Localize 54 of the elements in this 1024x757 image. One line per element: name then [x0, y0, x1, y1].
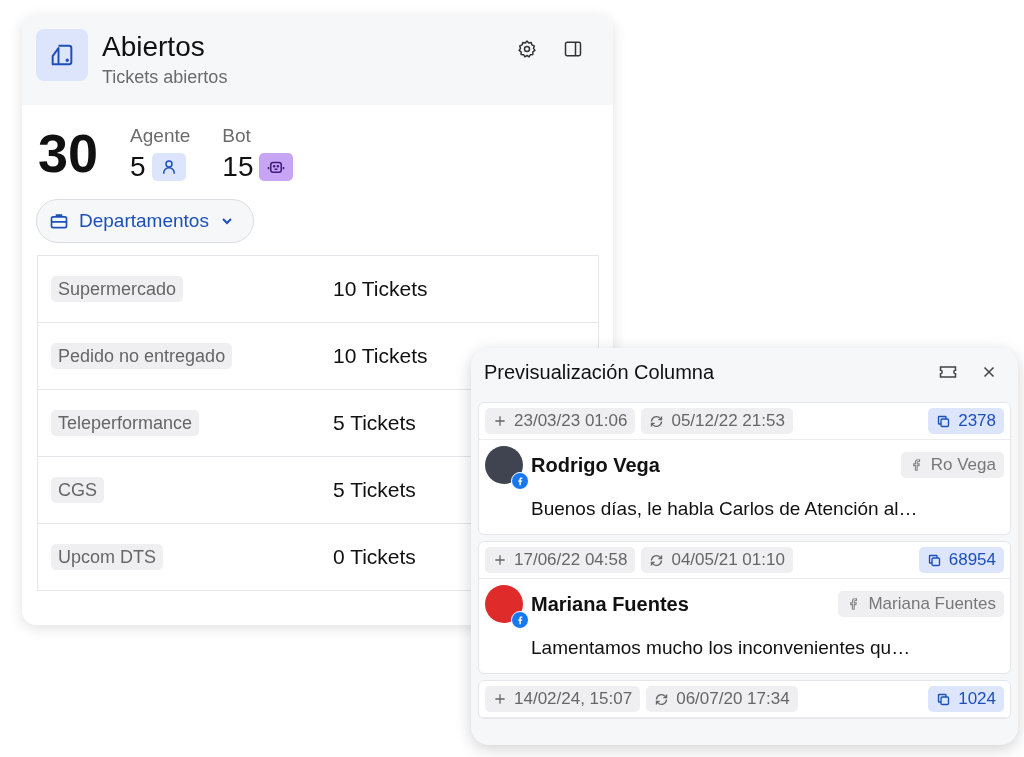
- ticket-count: 10 Tickets: [333, 277, 428, 301]
- refresh-icon: [654, 691, 670, 707]
- department-tag: CGS: [51, 476, 104, 503]
- message-preview: Lamentamos mucho los inconvenientes qu…: [531, 637, 912, 659]
- facebook-badge-icon: [511, 611, 529, 629]
- person-icon: [151, 153, 186, 181]
- refresh-icon: [649, 552, 665, 568]
- channel-handle: Mariana Fuentes: [838, 591, 1004, 617]
- total-count: 30: [38, 125, 99, 181]
- preview-title: Previsualización Columna: [484, 360, 716, 384]
- sidebar-panel-icon[interactable]: [563, 39, 583, 59]
- ticket-id: 68954: [918, 547, 1004, 573]
- tablet-icon: [36, 29, 88, 81]
- department-tag: Upcom DTS: [51, 543, 163, 570]
- card-subtitle: Tickets abiertos: [102, 67, 229, 88]
- card-title: Abiertos: [102, 30, 206, 64]
- contact-name: Rodrigo Vega: [531, 453, 661, 477]
- ticket-count: 10 Tickets: [333, 344, 428, 368]
- department-tag: Pedido no entregado: [51, 342, 233, 369]
- plus-icon: [493, 553, 507, 567]
- created-date: 14/02/24, 15:07: [485, 686, 641, 712]
- copy-icon: [936, 413, 952, 429]
- facebook-badge-icon: [511, 472, 529, 490]
- ticket-id: 2378: [928, 408, 1004, 434]
- updated-date: 05/12/22 21:53: [641, 408, 793, 434]
- briefcase-icon: [49, 211, 69, 231]
- plus-icon: [493, 692, 507, 706]
- ticket-count: 5 Tickets: [333, 411, 416, 435]
- created-date: 23/03/23 01:06: [485, 408, 636, 434]
- plus-icon: [493, 414, 507, 428]
- settings-icon[interactable]: [517, 39, 537, 59]
- ticket-id: 1024: [928, 686, 1004, 712]
- stat-label: Agente: [130, 125, 191, 147]
- refresh-icon: [649, 413, 665, 429]
- ticket-card[interactable]: 23/03/23 01:06 05/12/22 21:53 2378 Rodrigo Vega Ro Vega Buenos días, le habla Carlos de Atención al…: [478, 402, 1011, 535]
- ticket-count: 5 Tickets: [333, 478, 416, 502]
- departments-dropdown[interactable]: Departamentos: [36, 199, 254, 243]
- department-tag: Supermercado: [51, 275, 184, 302]
- robot-icon: [259, 153, 294, 181]
- updated-date: 06/07/20 17:34: [646, 686, 798, 712]
- copy-icon: [926, 552, 942, 568]
- stat-value: 5: [130, 151, 146, 183]
- department-tag: Teleperformance: [51, 409, 200, 436]
- stat-label: Bot: [222, 125, 252, 147]
- ticket-count: 0 Tickets: [333, 545, 416, 569]
- channel-handle: Ro Vega: [900, 452, 1004, 478]
- ticket-card[interactable]: 14/02/24, 15:07 06/07/20 17:34 1024: [478, 680, 1011, 719]
- copy-icon: [936, 691, 952, 707]
- ticket-card[interactable]: 17/06/22 04:58 04/05/21 01:10 68954 Mariana Fuentes Mariana Fuentes Lamentamos mucho los inconvenientes qu…: [478, 541, 1011, 674]
- contact-name: Mariana Fuentes: [531, 592, 690, 616]
- created-date: 17/06/22 04:58: [485, 547, 636, 573]
- stat-value: 15: [222, 151, 254, 183]
- message-preview: Buenos días, le habla Carlos de Atención al…: [531, 498, 919, 520]
- updated-date: 04/05/21 01:10: [641, 547, 793, 573]
